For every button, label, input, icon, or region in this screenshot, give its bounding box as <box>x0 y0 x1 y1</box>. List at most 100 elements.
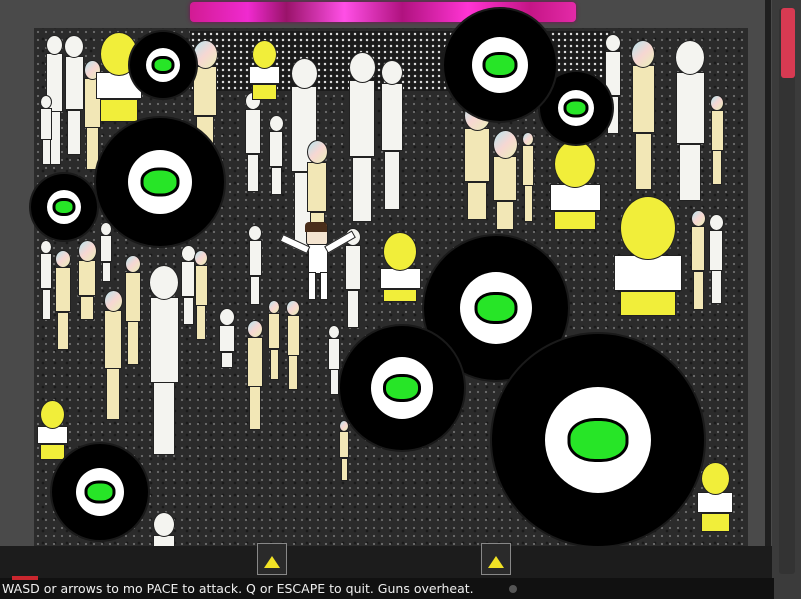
humanoid-body <box>549 184 601 211</box>
yellow-humanoid <box>694 462 736 532</box>
white-humanoid <box>244 225 266 305</box>
humanoid-legs <box>692 271 704 310</box>
humanoid-head <box>710 95 724 111</box>
humanoid-head <box>248 225 262 241</box>
humanoid-head <box>40 95 52 109</box>
humanoid-head <box>348 52 376 83</box>
tan-humanoid <box>98 290 128 420</box>
tan-humanoid <box>282 300 304 390</box>
scrollbar-thumb[interactable] <box>781 8 795 78</box>
green-pupil <box>567 418 629 462</box>
humanoid-body <box>55 267 71 312</box>
white-humanoid <box>96 222 116 282</box>
humanoid-legs <box>270 167 282 195</box>
warning-triangle-icon <box>488 556 504 568</box>
humanoid-head <box>125 255 141 273</box>
humanoid-body <box>339 431 349 458</box>
tan-humanoid <box>264 300 284 380</box>
humanoid-legs <box>39 444 65 460</box>
green-pupil <box>474 292 518 324</box>
humanoid-body <box>631 65 655 133</box>
humanoid-body <box>379 268 421 289</box>
humanoid-body <box>245 109 261 154</box>
humanoid-head <box>55 250 71 268</box>
humanoid-legs <box>269 349 279 380</box>
humanoid-head <box>631 40 655 68</box>
humanoid-body <box>710 110 724 151</box>
humanoid-body <box>194 265 208 306</box>
humanoid-legs <box>700 513 730 532</box>
humanoid-head <box>700 462 730 495</box>
green-pupil <box>383 374 421 402</box>
humanoid-legs <box>57 312 69 350</box>
humanoid-legs <box>554 211 596 230</box>
humanoid-head <box>64 35 84 58</box>
humanoid-body <box>345 245 361 290</box>
humanoid-body <box>605 51 621 96</box>
yellow-humanoid <box>608 196 688 316</box>
humanoid-legs <box>384 151 400 210</box>
warning-triangle-icon <box>264 556 280 568</box>
humanoid-body <box>286 315 300 356</box>
humanoid-body <box>675 72 705 144</box>
tan-humanoid <box>190 250 212 340</box>
humanoid-body <box>614 255 682 291</box>
humanoid-legs <box>100 99 138 122</box>
humanoid-head <box>492 130 518 159</box>
white-humanoid <box>240 92 266 192</box>
yellow-humanoid <box>246 40 282 100</box>
status-indicator-icon <box>509 585 517 593</box>
green-pupil <box>151 56 175 74</box>
humanoid-body <box>268 313 280 349</box>
humanoid-head <box>383 232 417 271</box>
humanoid-legs <box>101 262 111 282</box>
player-leg-right <box>320 272 328 300</box>
tan-humanoid <box>336 420 352 481</box>
humanoid-head <box>290 58 318 89</box>
humanoid-body <box>40 108 52 140</box>
bottom-floor <box>0 546 772 578</box>
white-humanoid <box>704 214 728 304</box>
humanoid-legs <box>288 355 298 390</box>
humanoid-legs <box>127 321 139 365</box>
humanoid-head <box>605 34 621 52</box>
humanoid-head <box>381 60 403 85</box>
floating-eye-enemy <box>130 32 196 98</box>
humanoid-legs <box>347 290 359 328</box>
spawn-pad-right <box>481 543 511 575</box>
green-pupil <box>482 52 518 78</box>
humanoid-head <box>554 140 596 188</box>
humanoid-head <box>286 300 300 316</box>
humanoid-head <box>39 400 65 429</box>
humanoid-body <box>78 260 96 296</box>
yellow-humanoid <box>34 400 70 460</box>
humanoid-legs <box>383 289 417 302</box>
humanoid-body <box>522 145 534 186</box>
white-humanoid <box>36 95 56 165</box>
humanoid-head <box>339 420 349 432</box>
humanoid-body <box>248 240 262 276</box>
humanoid-body <box>193 66 217 116</box>
tan-humanoid <box>518 132 538 222</box>
scrollbar-track[interactable] <box>779 8 795 574</box>
humanoid-body <box>104 310 122 369</box>
green-pupil <box>140 167 180 197</box>
humanoid-head <box>522 132 534 146</box>
humanoid-head <box>708 214 724 231</box>
humanoid-legs <box>496 201 514 230</box>
humanoid-legs <box>329 369 339 395</box>
floating-eye-enemy <box>444 9 556 121</box>
player-character <box>279 222 356 300</box>
humanoid-head <box>153 512 175 537</box>
humanoid-body <box>697 492 733 513</box>
humanoid-head <box>251 40 277 69</box>
humanoid-body <box>247 337 263 387</box>
white-humanoid <box>374 60 410 210</box>
humanoid-head <box>675 40 705 75</box>
humanoid-head <box>328 325 340 339</box>
floating-eye-enemy <box>340 326 464 450</box>
humanoid-head <box>100 222 112 236</box>
humanoid-head <box>192 40 218 69</box>
humanoid-legs <box>523 185 533 222</box>
humanoid-body <box>219 325 235 352</box>
